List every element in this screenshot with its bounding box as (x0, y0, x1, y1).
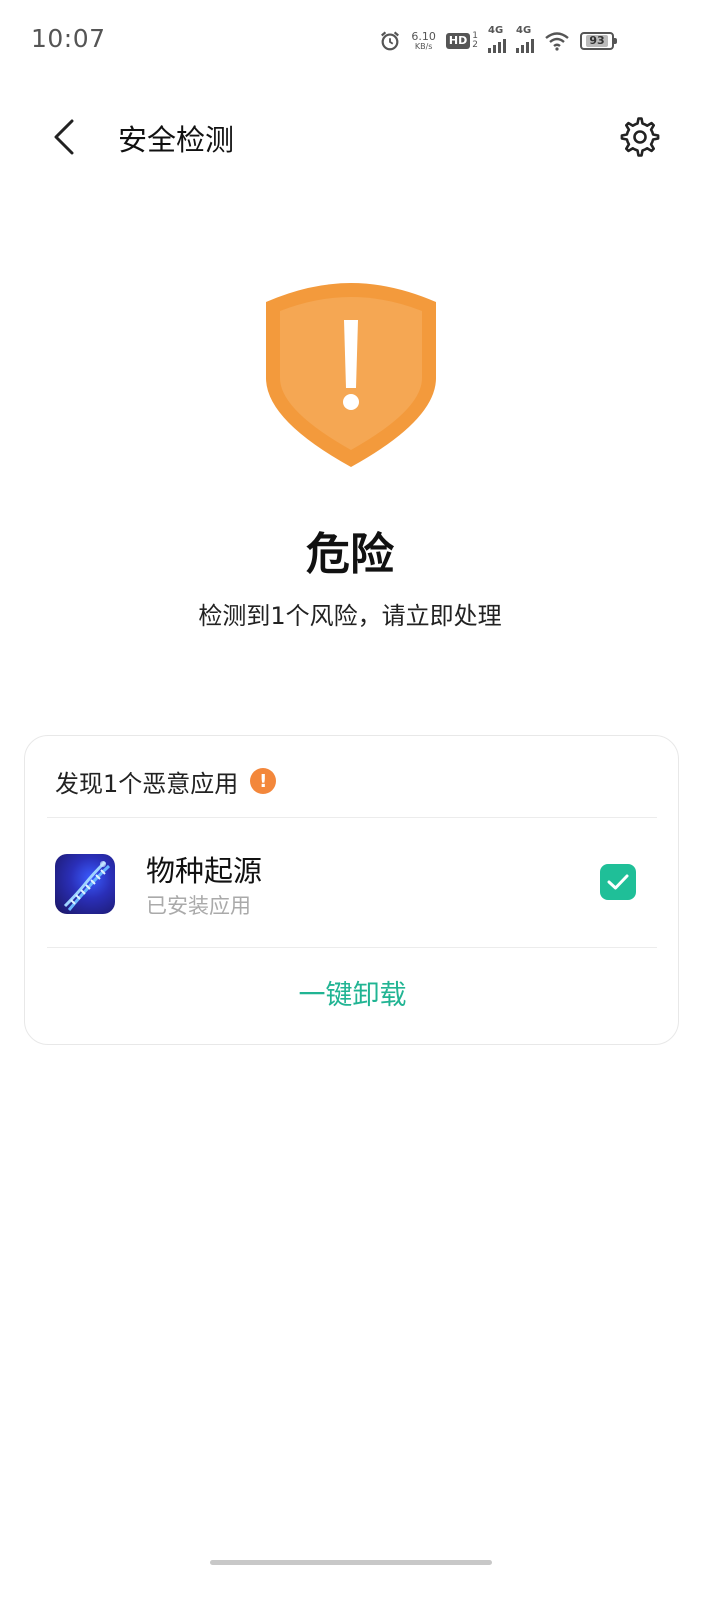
list-item[interactable]: 物种起源 已安装应用 (25, 818, 680, 946)
hd-sim-bottom: 2 (472, 40, 478, 50)
hd-indicator: HD 1 2 (445, 32, 478, 50)
alarm-icon (381, 31, 400, 51)
app-checkbox[interactable] (600, 864, 636, 900)
status-bar: 10:07 6.10 KB/s HD 1 2 4G 4G 93 (0, 0, 720, 80)
hd-label: HD (445, 33, 471, 49)
warning-badge-icon: ! (250, 768, 277, 794)
net-speed-unit: KB/s (414, 42, 433, 51)
status-time: 10:07 (31, 24, 106, 53)
wifi-icon (545, 32, 569, 51)
sim2-label: 4G (516, 25, 532, 36)
signal-sim1-icon: 4G (488, 25, 506, 53)
app-header: 安全检测 (0, 95, 720, 179)
app-name: 物种起源 (146, 854, 263, 888)
gear-icon (620, 117, 660, 157)
signal-sim2-icon: 4G (516, 25, 534, 53)
battery-level: 93 (586, 35, 608, 47)
card-title: 发现1个恶意应用 (55, 769, 239, 798)
chevron-left-icon (54, 119, 74, 155)
app-subtitle: 已安装应用 (146, 894, 251, 918)
check-icon (607, 874, 629, 890)
status-description: 检测到1个风险，请立即处理 (198, 602, 502, 630)
sim1-label: 4G (488, 25, 504, 36)
divider (47, 947, 657, 948)
settings-button[interactable] (616, 113, 664, 161)
status-icons: 6.10 KB/s HD 1 2 4G 4G 93 (379, 25, 617, 54)
back-button[interactable] (42, 113, 86, 161)
status-title: 危险 (306, 529, 394, 580)
net-speed-value: 6.10 (411, 30, 436, 43)
home-indicator[interactable] (210, 1560, 492, 1565)
one-click-uninstall-button[interactable]: 一键卸载 (25, 966, 680, 1026)
battery-icon: 93 (580, 32, 617, 50)
net-speed: 6.10 KB/s (411, 31, 436, 51)
card-header: 发现1个恶意应用 ! (55, 764, 277, 798)
app-icon (55, 854, 115, 914)
warning-shield-icon (262, 280, 440, 470)
malicious-app-card: 发现1个恶意应用 ! 物种起源 已安装应用 一键卸载 (24, 735, 679, 1045)
page-title: 安全检测 (118, 123, 235, 157)
